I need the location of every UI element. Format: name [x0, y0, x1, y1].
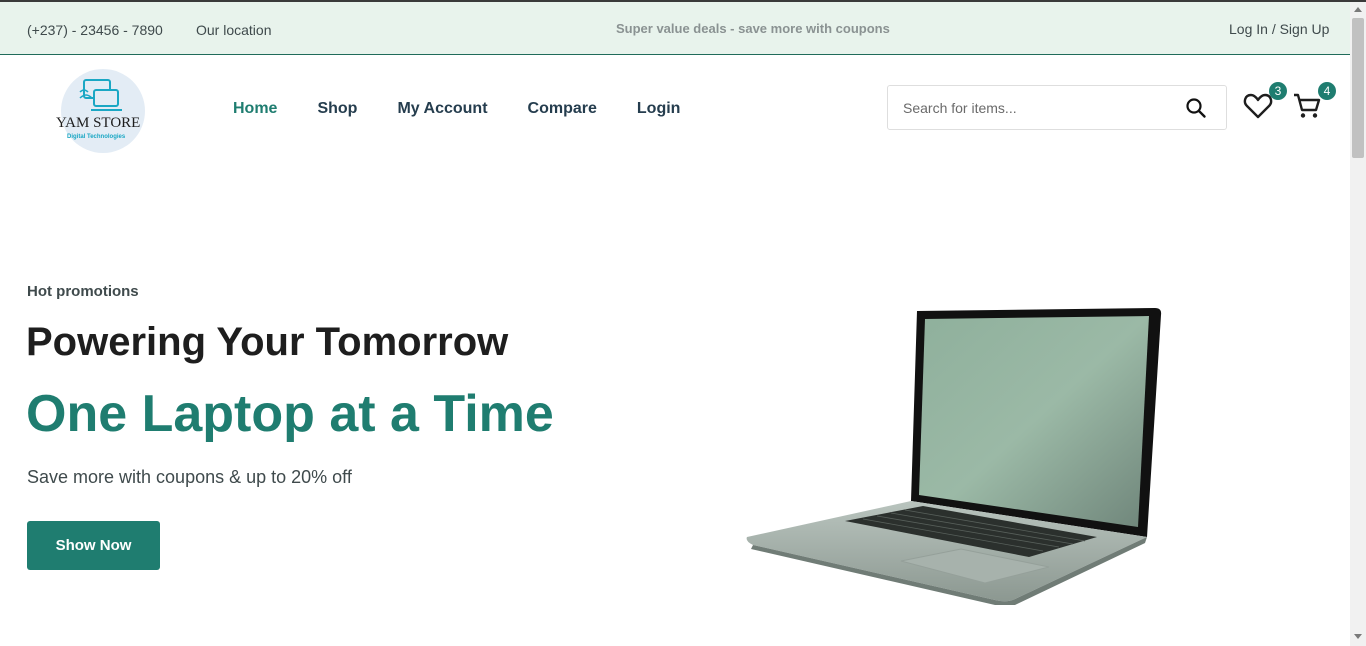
show-now-button[interactable]: Show Now [27, 521, 160, 570]
page-scrollbar[interactable] [1350, 2, 1366, 646]
nav-login[interactable]: Login [637, 100, 681, 118]
wishlist-button[interactable]: 3 [1243, 82, 1287, 122]
store-logo[interactable]: YAM STORE Digital Technologies [52, 68, 152, 153]
scrollbar-thumb[interactable] [1352, 18, 1364, 158]
devices-icon [79, 79, 122, 111]
cart-icon [1294, 93, 1321, 118]
wishlist-count-badge: 3 [1269, 82, 1287, 100]
scroll-down-arrow-icon[interactable] [1354, 634, 1362, 639]
hero-title: Powering Your Tomorrow [26, 320, 509, 364]
laptop-image [746, 308, 1162, 605]
search-input[interactable] [903, 98, 1173, 118]
logo-tagline: Digital Technologies [67, 134, 126, 140]
top-bar: (+237) - 23456 - 7890 Our location Super… [0, 2, 1350, 55]
location-link[interactable]: Our location [196, 22, 271, 38]
phone-number: (+237) - 23456 - 7890 [27, 22, 163, 38]
cart-count-badge: 4 [1318, 82, 1336, 100]
search-box [887, 85, 1227, 130]
search-icon[interactable] [1185, 97, 1207, 119]
site-header: YAM STORE Digital Technologies Home Shop… [0, 56, 1350, 160]
main-nav: Home Shop My Account Compare Login [233, 100, 720, 118]
nav-home[interactable]: Home [233, 100, 277, 118]
logo-brand: YAM STORE [56, 115, 141, 131]
nav-compare[interactable]: Compare [528, 100, 597, 118]
scroll-up-arrow-icon[interactable] [1354, 7, 1362, 12]
login-signup-link[interactable]: Log In / Sign Up [1229, 21, 1329, 37]
nav-my-account[interactable]: My Account [397, 100, 487, 118]
nav-shop[interactable]: Shop [317, 100, 357, 118]
deals-banner: Super value deals - save more with coupo… [616, 21, 890, 36]
heart-icon [1243, 93, 1273, 119]
hero-subtitle: Save more with coupons & up to 20% off [27, 467, 352, 487]
hero-eyebrow: Hot promotions [27, 283, 139, 300]
hero-accent-title: One Laptop at a Time [26, 385, 554, 443]
cart-button[interactable]: 4 [1292, 82, 1336, 122]
